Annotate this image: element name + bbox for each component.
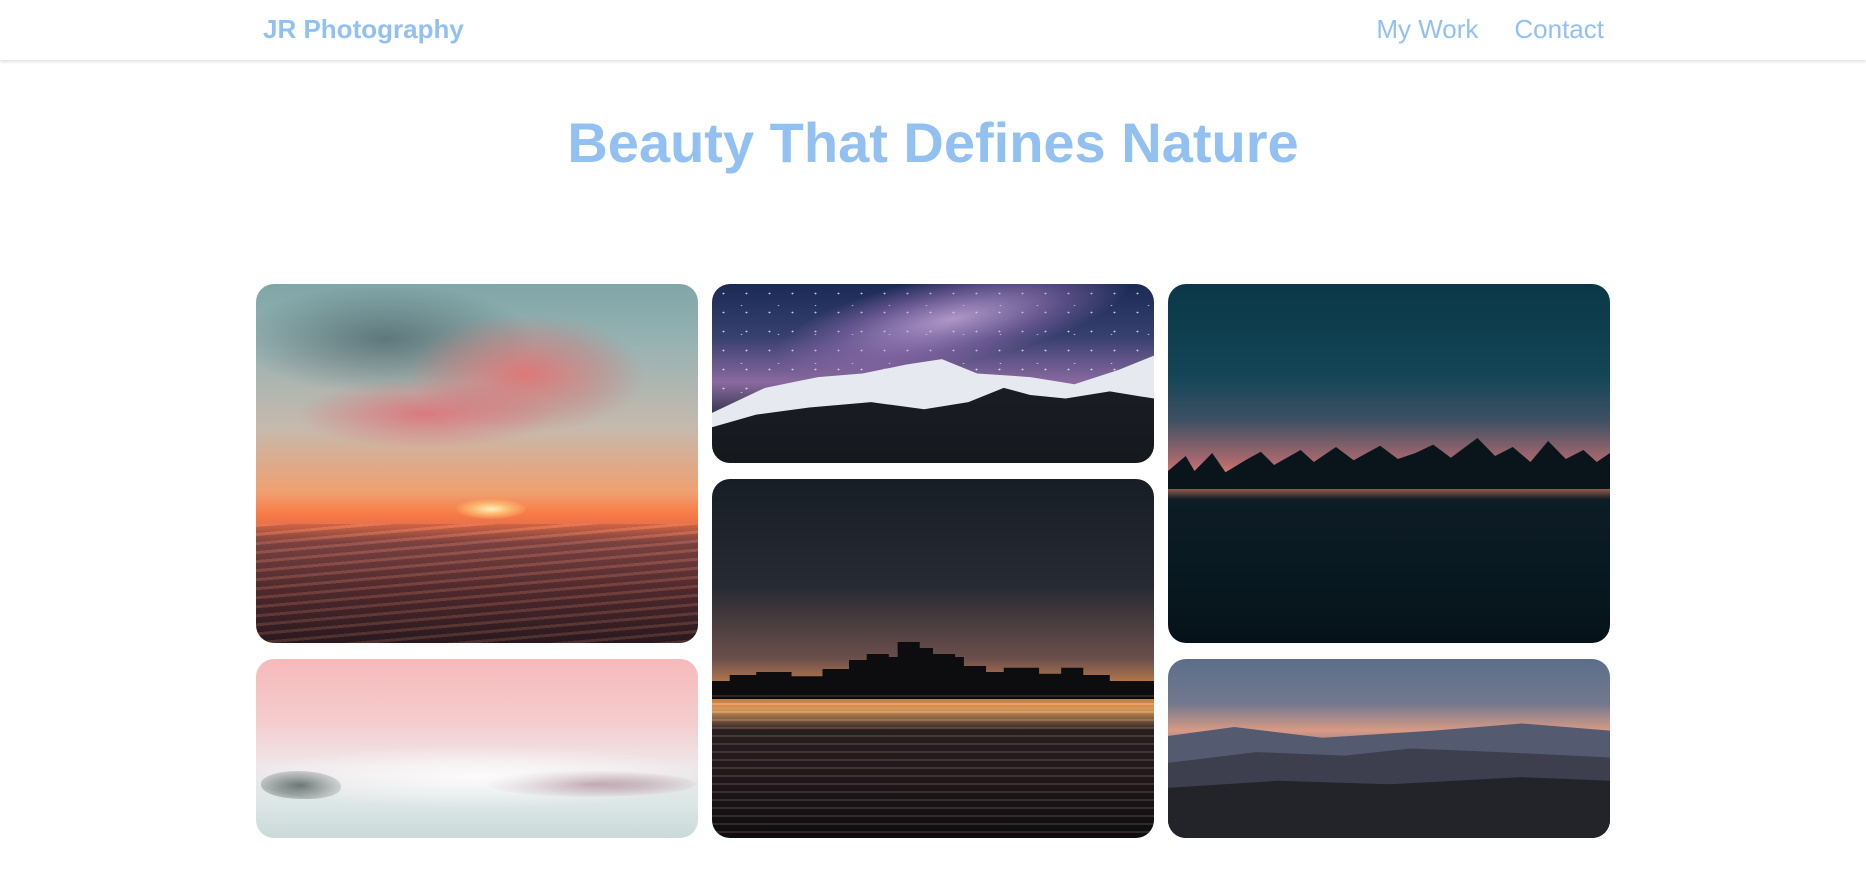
gallery-photo-milky-way[interactable] [712,284,1154,463]
nav-link-my-work[interactable]: My Work [1376,14,1478,45]
gallery-photo-palm-trees[interactable] [1168,284,1610,643]
navbar: JR Photography My Work Contact [0,0,1866,60]
gallery-photo-misty-hills[interactable] [1168,659,1610,838]
gallery-photo-city-skyline[interactable] [712,479,1154,838]
photo-waves [256,524,698,643]
brand-logo[interactable]: JR Photography [263,14,464,45]
nav-link-contact[interactable]: Contact [1514,14,1604,45]
gallery-photo-ocean-sunset[interactable] [256,284,698,643]
photo-sun [456,499,526,519]
photo-water [712,695,1154,838]
photo-skyline [712,642,1154,699]
nav-links: My Work Contact [1376,14,1604,45]
gallery-photo-pink-mist[interactable] [256,659,698,838]
page-title: Beauty That Defines Nature [567,111,1299,174]
photo-palm-silhouettes [1168,438,1610,489]
photo-pink-cloud [296,379,556,449]
photo-mist [256,747,698,807]
